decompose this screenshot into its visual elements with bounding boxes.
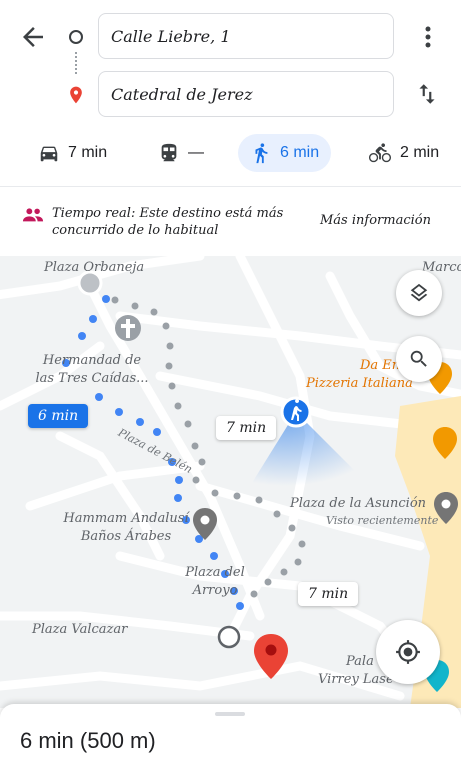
destination-field[interactable]: Catedral de Jerez	[98, 71, 394, 117]
search-icon	[410, 350, 427, 367]
my-location-icon	[396, 640, 420, 664]
route-time-chip-alt2[interactable]: 7 min	[298, 582, 359, 606]
label-plaza-asuncion: Plaza de la Asunción	[290, 496, 427, 511]
label-plaza-arroyo: Plaza del Arroyo	[185, 565, 245, 598]
label-plaza-valcazar: Plaza Valcazar	[32, 622, 128, 637]
origin-circle-icon	[69, 30, 83, 44]
label-pizzeria: Pizzeria Italiana	[306, 376, 413, 391]
swap-icon[interactable]	[414, 80, 440, 108]
more-info-link[interactable]: Más información	[320, 213, 431, 228]
mode-transit-label: —	[188, 144, 204, 161]
route-time-chip-alt[interactable]: 7 min	[216, 416, 277, 440]
bottom-sheet[interactable]: 6 min (500 m)	[0, 704, 461, 768]
route-time-chip-selected[interactable]: 6 min	[28, 404, 89, 428]
map-view[interactable]: Plaza Orbaneja Marco Hermandad de las Tr…	[0, 256, 461, 708]
route-dots-divider	[75, 52, 77, 74]
mode-car[interactable]: 7 min	[26, 134, 119, 172]
label-hermandad: Hermandad de las Tres Caídas...	[35, 353, 149, 386]
train-icon	[161, 143, 177, 162]
layers-icon	[410, 283, 428, 302]
mode-bike[interactable]: 2 min	[356, 134, 451, 172]
destination-pin-icon	[70, 86, 82, 104]
origin-value: Calle Liebre, 1	[111, 26, 231, 46]
search-map-button[interactable]	[396, 336, 442, 382]
label-hammam: Hammam Andalusí Baños Árabes	[63, 511, 189, 544]
label-virrey: Virrey Lase	[318, 672, 394, 687]
label-plaza-orbaneja: Plaza Orbaneja	[44, 260, 145, 275]
mode-walk[interactable]: 6 min	[238, 134, 332, 172]
route-summary: 6 min (500 m)	[20, 728, 156, 753]
people-icon	[22, 208, 44, 222]
origin-field[interactable]: Calle Liebre, 1	[98, 13, 394, 59]
back-arrow-icon[interactable]	[18, 22, 48, 52]
mode-transit[interactable]: —	[146, 134, 216, 172]
layers-button[interactable]	[396, 270, 442, 316]
more-options-icon[interactable]	[418, 24, 438, 50]
label-palacio: Pala	[346, 654, 374, 669]
alert-text: Tiempo real: Este destino está más concu…	[52, 206, 284, 238]
my-location-button[interactable]	[376, 620, 440, 684]
sheet-drag-handle[interactable]	[215, 712, 245, 716]
destination-value: Catedral de Jerez	[111, 84, 253, 104]
mode-car-label: 7 min	[68, 144, 108, 161]
car-icon	[40, 146, 58, 162]
bicycle-icon	[369, 143, 391, 163]
mode-bike-label: 2 min	[400, 144, 440, 161]
label-visto-recientemente: Visto recientemente	[326, 514, 439, 527]
travel-mode-bar: 7 min — 6 min 2 min	[0, 128, 461, 178]
realtime-alert: Tiempo real: Este destino está más concu…	[0, 186, 461, 252]
label-da-enzo: Da En	[360, 358, 401, 373]
directions-header: Calle Liebre, 1 Catedral de Jerez	[0, 0, 461, 124]
mode-walk-label: 6 min	[280, 144, 320, 161]
walk-icon	[255, 143, 268, 164]
